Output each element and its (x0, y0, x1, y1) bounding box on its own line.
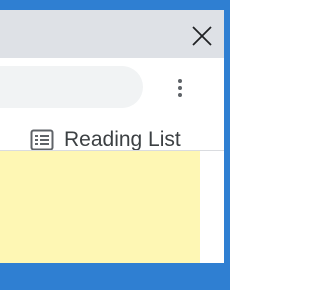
window-frame-bottom (0, 263, 230, 290)
close-window-button[interactable] (190, 24, 214, 48)
reading-list-label: Reading List (64, 128, 181, 151)
window-frame-right (224, 0, 230, 290)
reading-list-icon (30, 129, 54, 151)
reading-list-button[interactable]: Reading List (30, 128, 181, 152)
page-content (0, 151, 224, 263)
browser-window: Reading List (0, 0, 230, 290)
close-icon (192, 26, 212, 46)
more-vert-icon (178, 79, 182, 83)
address-bar[interactable] (0, 66, 143, 108)
yellow-note-area (0, 151, 200, 263)
window-frame-top (0, 0, 230, 10)
more-menu-button[interactable] (166, 72, 194, 104)
tab-strip (0, 10, 224, 58)
toolbar (0, 58, 224, 116)
